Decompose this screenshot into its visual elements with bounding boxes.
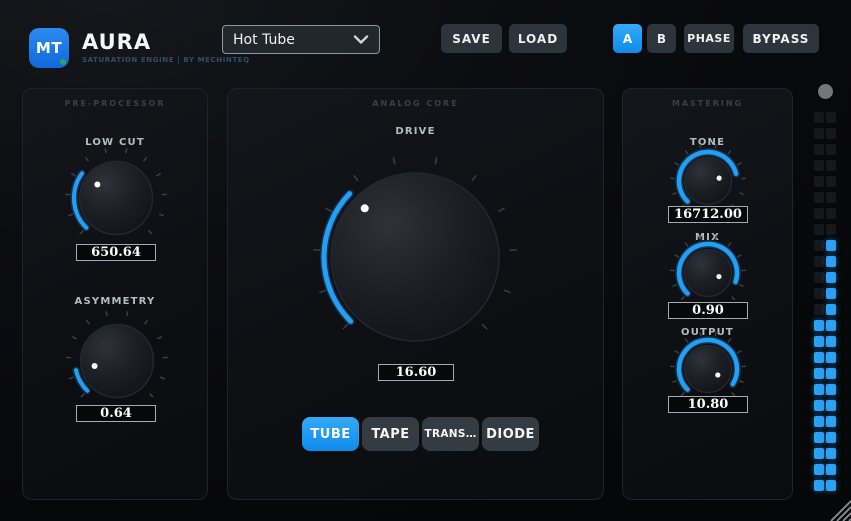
meter-led-left [814,128,824,139]
meter-led-right [826,416,836,427]
meter-led-left [814,448,824,459]
meter-led-left [814,288,824,299]
mode-tape-button[interactable]: TAPE [362,417,419,451]
meter-led-left [814,320,824,331]
pre-processor-panel: PRE-PROCESSOR LOW CUT 650.64 ASYMMETRY 0… [22,88,208,500]
preset-selected-value: Hot Tube [233,31,295,48]
meter-led-left [814,352,824,363]
meter-led-left [814,256,824,267]
meter-led-right [826,352,836,363]
mode-tube-button[interactable]: TUBE [302,417,359,451]
clip-indicator [818,84,833,99]
meter-led-right [826,256,836,267]
preset-selector[interactable]: Hot Tube [222,25,380,54]
meter-led-left [814,160,824,171]
mastering-panel-title: MASTERING [671,99,744,108]
meter-led-right [826,320,836,331]
meter-led-right [826,448,836,459]
meter-led-right [826,384,836,395]
meter-led-right [826,192,836,203]
meter-led-left [814,480,824,491]
meter-led-left [814,368,824,379]
mix-value[interactable]: 0.90 [668,302,748,319]
meter-led-right [826,112,836,123]
meter-led-left [814,400,824,411]
meter-led-right [826,400,836,411]
meter-led-left [814,112,824,123]
meter-led-left [814,416,824,427]
meter-led-right [826,128,836,139]
meter-led-left [814,144,824,155]
meter-led-left [814,240,824,251]
drive-label: DRIVE [395,126,436,137]
resize-handle[interactable] [829,499,851,521]
meter-led-right [826,224,836,235]
plugin-window: MT AURA SATURATION ENGINE | BY MECHINTEQ… [0,0,851,521]
meter-led-right [826,208,836,219]
meter-led-right [826,368,836,379]
asymmetry-value[interactable]: 0.64 [76,405,156,422]
save-button[interactable]: SAVE [441,24,502,53]
saturation-mode-group: TUBE TAPE TRANS… DIODE [302,417,539,451]
analog-core-panel: ANALOG CORE DRIVE 16.60 TUBE TAPE TRANS…… [227,88,604,500]
meter-led-right [826,304,836,315]
meter-led-left [814,304,824,315]
lowcut-value[interactable]: 650.64 [76,244,156,261]
drive-value[interactable]: 16.60 [378,364,454,381]
analog-core-panel-title: ANALOG CORE [372,99,459,108]
meter-led-left [814,432,824,443]
asymmetry-label: ASYMMETRY [74,296,156,307]
meter-led-right [826,272,836,283]
meter-led-right [826,176,836,187]
meter-led-right [826,480,836,491]
meter-led-left [814,464,824,475]
output-value[interactable]: 10.80 [668,396,748,413]
meter-led-right [826,160,836,171]
preset-b-button[interactable]: B [647,24,676,53]
page-subtitle: SATURATION ENGINE | BY MECHINTEQ [82,56,250,64]
brand-logo-text: MT [35,39,63,57]
brand-logo: MT [29,28,69,68]
logo-status-dot [60,59,66,65]
mode-transistor-button[interactable]: TRANS… [422,417,479,451]
mode-diode-button[interactable]: DIODE [482,417,539,451]
meter-led-right [826,464,836,475]
meter-led-left [814,192,824,203]
meter-led-left [814,176,824,187]
bypass-button[interactable]: BYPASS [743,24,819,53]
meter-led-right [826,336,836,347]
meter-led-left [814,224,824,235]
meter-led-right [826,432,836,443]
meter-led-left [814,336,824,347]
pre-processor-panel-title: PRE-PROCESSOR [64,99,166,108]
mastering-panel: MASTERING TONE 16712.00 MIX 0.90 OUTPUT … [622,88,793,500]
lowcut-knob[interactable] [64,146,168,254]
meter-led-right [826,240,836,251]
preset-a-button[interactable]: A [613,24,642,53]
meter-led-left [814,384,824,395]
meter-led-right [826,144,836,155]
meter-led-left [814,272,824,283]
chevron-down-icon [353,35,369,44]
drive-knob[interactable] [311,153,519,365]
meter-led-right [826,288,836,299]
meter-led-left [814,208,824,219]
tone-value[interactable]: 16712.00 [668,206,748,223]
level-meter [814,112,836,496]
load-button[interactable]: LOAD [509,24,567,53]
asymmetry-knob[interactable] [65,309,169,417]
phase-button[interactable]: PHASE [684,24,734,53]
